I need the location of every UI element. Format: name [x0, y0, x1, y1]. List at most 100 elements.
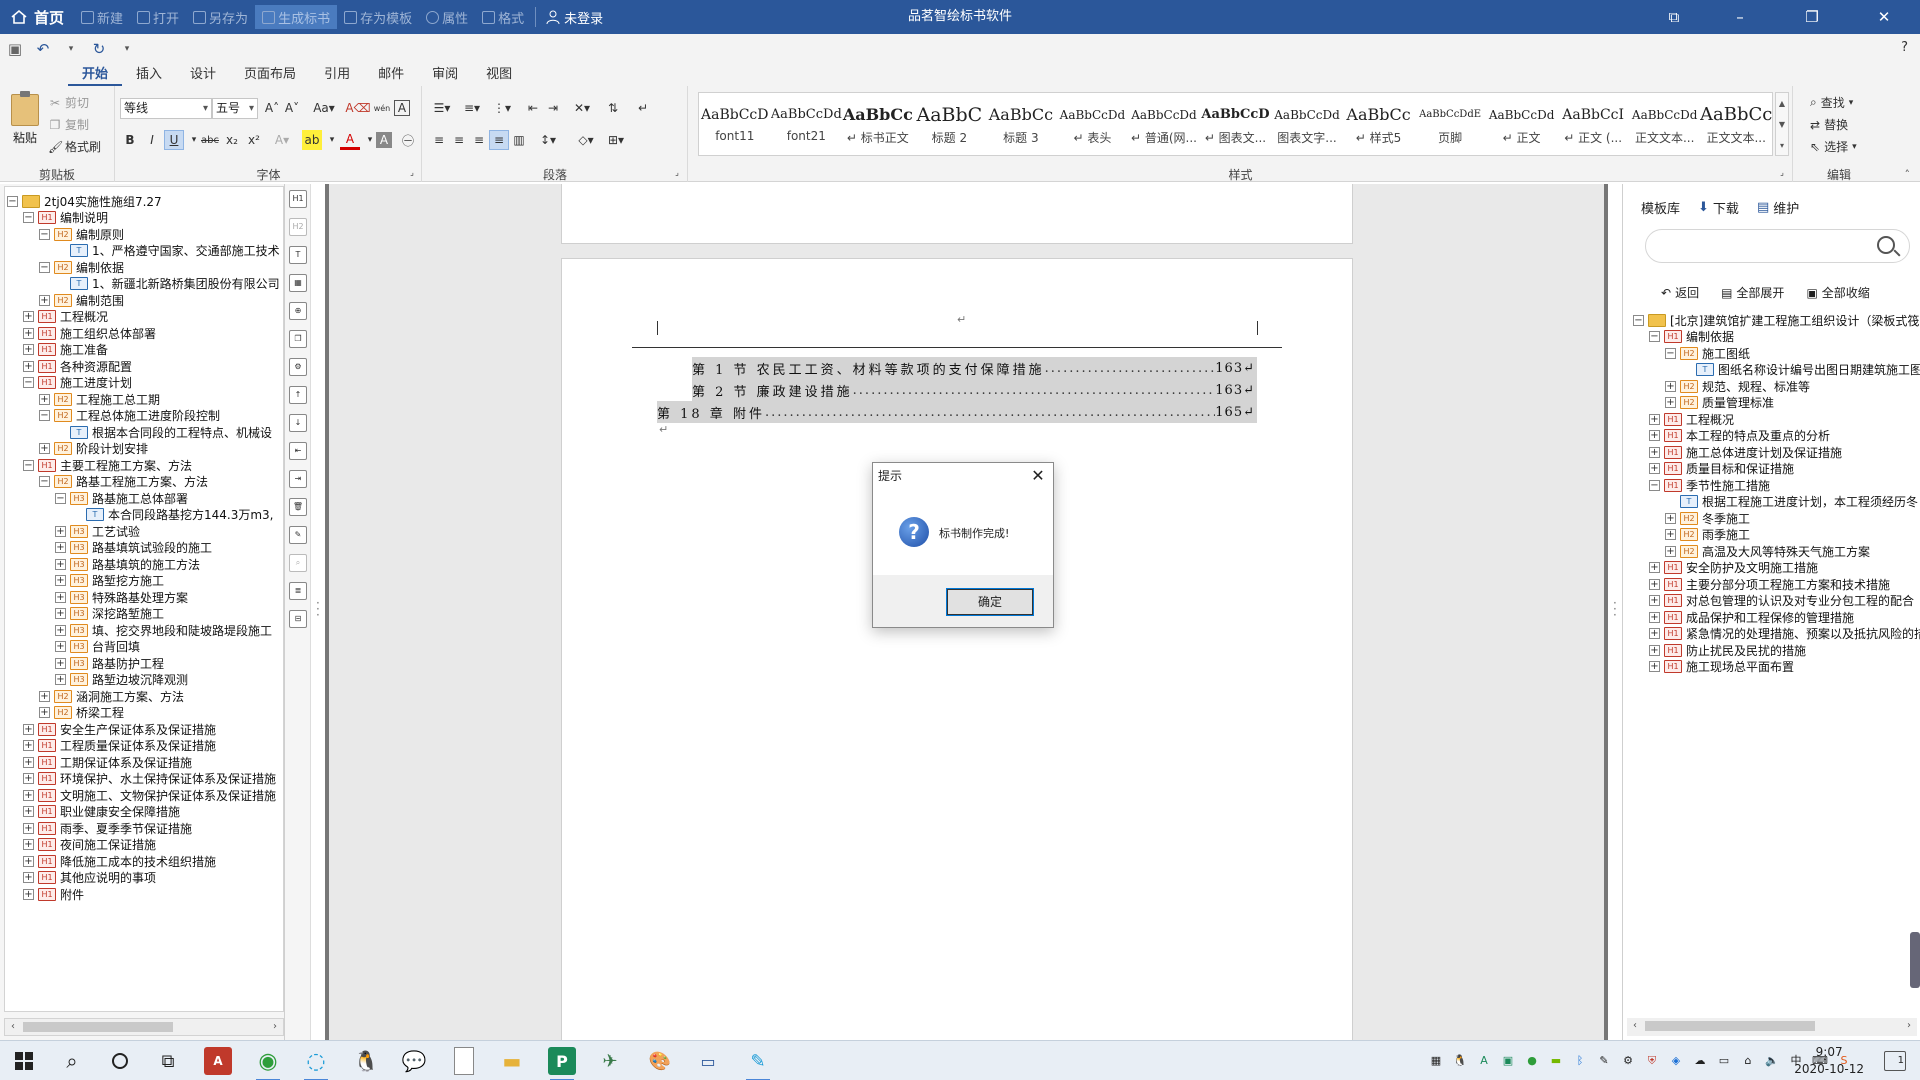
change-case-icon[interactable]: Aa▾ [310, 98, 338, 118]
undo-icon[interactable]: ↶ [32, 38, 54, 60]
subscript-icon[interactable]: x₂ [222, 130, 242, 150]
shading-icon[interactable]: ◇▾ [573, 130, 599, 150]
bullets-icon[interactable]: ☰▾ [429, 98, 455, 118]
scroll-left-icon[interactable]: ‹ [1627, 1018, 1643, 1034]
tree-node[interactable]: + H1 工程概况 [23, 309, 108, 325]
expand-icon[interactable]: + [1649, 430, 1660, 441]
expand-icon[interactable]: + [55, 558, 66, 570]
style-item[interactable]: AaBbCc 正文文本... [1700, 93, 1772, 155]
tray-wechat-icon[interactable]: ● [1524, 1053, 1540, 1069]
expand-icon[interactable]: + [55, 674, 66, 685]
tree-node[interactable]: + H2 编制范围 [39, 292, 124, 308]
tree-node[interactable]: − H1 主要工程施工方案、方法 [23, 457, 192, 473]
tree-node[interactable]: − H1 施工进度计划 [23, 375, 132, 391]
tree-node[interactable]: + H2 雨季施工 [1665, 527, 1750, 543]
expand-icon[interactable]: + [1649, 578, 1660, 590]
save-as-button[interactable]: 另存为 [186, 0, 255, 34]
tray-qq-icon[interactable]: 🐧 [1452, 1053, 1468, 1069]
expand-icon[interactable]: + [1649, 562, 1660, 573]
tree-node[interactable]: + H2 工程施工总工期 [39, 391, 160, 407]
tree-node[interactable]: − H2 施工图纸 [1665, 345, 1750, 361]
expand-icon[interactable]: + [55, 641, 66, 652]
scroll-thumb[interactable] [23, 1022, 173, 1032]
style-item[interactable]: AaBbCcI ↵ 正文 (... [1557, 93, 1629, 155]
tree-node[interactable]: + H3 台背回填 [55, 639, 140, 655]
expand-icon[interactable]: + [1665, 512, 1676, 524]
template-panel-vscroll-thumb[interactable] [1910, 932, 1920, 988]
task-view-icon[interactable]: ⧉ [154, 1047, 182, 1075]
tree-node[interactable]: + H3 路基填筑试验段的施工 [55, 540, 212, 556]
maintain-button[interactable]: ▤ 维护 [1757, 198, 1799, 217]
browser-360-icon[interactable]: ◉ [254, 1047, 282, 1080]
text-effects-icon[interactable]: A▾ [272, 130, 292, 150]
expand-icon[interactable]: + [23, 855, 34, 867]
tray-shield-icon[interactable]: ◈ [1668, 1053, 1684, 1069]
wechat-icon[interactable]: 💬 [400, 1047, 428, 1075]
tree-node[interactable]: + H1 夜间施工保证措施 [23, 837, 156, 853]
style-item[interactable]: AaBbCcD ↵ 图表文... [1200, 93, 1272, 155]
tree-node[interactable]: + H2 高温及大风等特殊天气施工方案 [1665, 543, 1870, 559]
settings-node-icon[interactable]: ⚙ [289, 358, 307, 376]
paragraph-dialog-launcher-icon[interactable]: ⌟ [671, 166, 683, 178]
tree-node[interactable]: − H1 编制依据 [1649, 329, 1734, 345]
tree-node[interactable]: + H2 桥梁工程 [39, 705, 124, 721]
expand-icon[interactable]: + [1649, 628, 1660, 639]
collapse-icon[interactable]: − [39, 261, 50, 273]
bluetooth-icon[interactable]: ᛒ [1572, 1053, 1588, 1069]
expand-icon[interactable]: + [23, 723, 34, 735]
expand-icon[interactable]: + [1649, 611, 1660, 623]
scroll-thumb[interactable] [1645, 1021, 1815, 1031]
styles-dialog-launcher-icon[interactable]: ⌟ [1776, 166, 1788, 178]
tab-insert[interactable]: 插入 [122, 64, 176, 86]
superscript-icon[interactable]: x² [244, 130, 264, 150]
back-button[interactable]: ↶ 返回 [1661, 284, 1699, 301]
expand-icon[interactable]: + [23, 822, 34, 834]
move-down-icon[interactable]: ↓ [289, 414, 307, 432]
tree-node[interactable]: + H1 文明施工、文物保护保证体系及保证措施 [23, 787, 276, 803]
tray-tool-icon[interactable]: ✎ [1596, 1053, 1612, 1069]
window-app-icon[interactable]: ▭ [694, 1047, 722, 1075]
tray-cloud-icon[interactable]: ☁ [1692, 1053, 1708, 1069]
style-item[interactable]: AaBbCcDdE 页脚 [1414, 93, 1486, 155]
right-splitter[interactable]: · · · [1613, 597, 1617, 621]
tree-node[interactable]: + H1 主要分部分项工程施工方案和技术措施 [1649, 576, 1890, 592]
tab-view[interactable]: 视图 [472, 64, 526, 86]
tab-layout[interactable]: 页面布局 [230, 64, 310, 86]
toc-entry[interactable]: 第 18 章 附件 ..............................… [657, 401, 1257, 423]
tree-node[interactable]: + H1 职业健康安全保障措施 [23, 804, 180, 820]
login-button[interactable]: 未登录 [540, 8, 609, 27]
scroll-right-icon[interactable]: › [267, 1019, 283, 1035]
shrink-font-icon[interactable]: A˅ [282, 98, 302, 118]
strikethrough-icon[interactable]: abc [200, 130, 220, 150]
tree-node[interactable]: − 2tj04实施性施组7.27 [7, 193, 162, 209]
tree-node[interactable]: T 根据工程施工进度计划，本工程须经历冬 [1665, 494, 1918, 510]
template-hscrollbar[interactable]: ‹ › [1627, 1018, 1917, 1036]
browser-icon[interactable]: ◌ [302, 1047, 330, 1080]
expand-icon[interactable]: + [1665, 380, 1676, 392]
collapse-icon[interactable]: − [7, 195, 18, 207]
show-marks-icon[interactable]: ↵ [633, 98, 653, 118]
collapse-icon[interactable]: − [23, 459, 34, 471]
font-name-select[interactable]: 等线 [120, 98, 212, 119]
find-node-icon[interactable]: ⌕ [289, 554, 307, 572]
download-button[interactable]: ⬇ 下载 [1698, 198, 1739, 217]
expand-icon[interactable]: + [23, 872, 34, 883]
cortana-icon[interactable] [106, 1047, 134, 1075]
expand-icon[interactable]: + [1649, 644, 1660, 656]
tree-node[interactable]: + H3 深挖路堑施工 [55, 606, 164, 622]
toc-entry[interactable]: 第 2 节 廉政建设措施 ...........................… [692, 379, 1257, 401]
tree-node[interactable]: + H3 特殊路基处理方案 [55, 589, 188, 605]
style-item[interactable]: AaBbCcDd ↵ 表头 [1057, 93, 1129, 155]
tree-node[interactable]: + H1 施工现场总平面布置 [1649, 659, 1794, 675]
ok-button[interactable]: 确定 [946, 588, 1034, 616]
styles-gallery-scroll[interactable]: ▲ ▼ ▾ [1775, 92, 1789, 156]
tree-node[interactable]: − H2 工程总体施工进度阶段控制 [39, 408, 220, 424]
collapse-icon[interactable]: − [39, 410, 50, 421]
style-item[interactable]: AaBbCcDd ↵ 正文 [1486, 93, 1558, 155]
qq-icon[interactable]: 🐧 [352, 1047, 380, 1075]
close-icon[interactable]: ✕ [1848, 0, 1920, 34]
font-color-icon[interactable]: A [340, 130, 360, 150]
tree-node[interactable]: − H3 路基施工总体部署 [55, 490, 188, 506]
style-item[interactable]: AaBbCc ↵ 标书正文 [842, 93, 914, 155]
tree-node[interactable]: + H1 工程质量保证体系及保证措施 [23, 738, 216, 754]
